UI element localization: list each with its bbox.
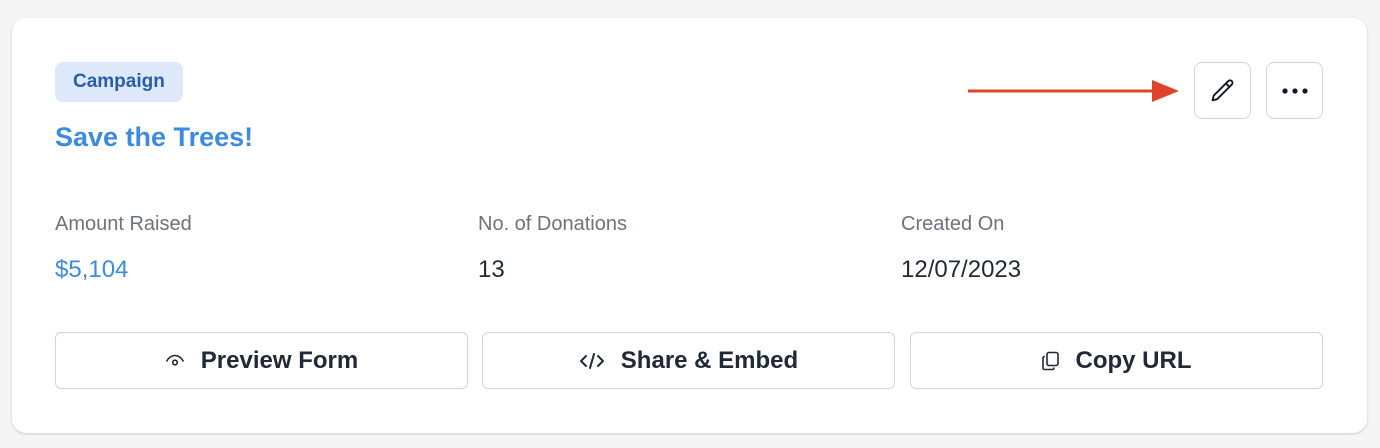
stat-label: Amount Raised [55,213,192,235]
copy-url-label: Copy URL [1075,346,1192,374]
copy-icon [1041,351,1059,370]
more-options-button[interactable] [1266,62,1323,119]
share-embed-label: Share & Embed [620,346,799,374]
edit-button[interactable] [1194,62,1251,119]
stat-value: $5,104 [55,256,129,283]
campaign-card: Campaign Save the Trees! Amount Raised $… [12,18,1367,433]
annotation-arrow-icon [968,80,1179,102]
stat-value: 13 [478,256,505,283]
pencil-icon [1211,79,1233,101]
stat-created-on: Created On 12/07/2023 [901,212,1021,284]
stat-amount-raised: Amount Raised $5,104 [55,212,192,284]
stat-label: Created On [901,213,1005,235]
preview-form-label: Preview Form [200,346,359,374]
eye-icon [165,354,184,366]
copy-url-button[interactable]: Copy URL [910,332,1323,389]
code-icon [579,352,604,369]
stat-label: No. of Donations [478,213,627,235]
stat-value: 12/07/2023 [901,256,1022,283]
campaign-title[interactable]: Save the Trees! [55,122,253,153]
share-embed-button[interactable]: Share & Embed [482,332,895,389]
ellipsis-icon [1281,87,1308,94]
campaign-type-badge: Campaign [55,62,183,102]
preview-form-button[interactable]: Preview Form [55,332,468,389]
stat-donations: No. of Donations 13 [478,212,627,284]
